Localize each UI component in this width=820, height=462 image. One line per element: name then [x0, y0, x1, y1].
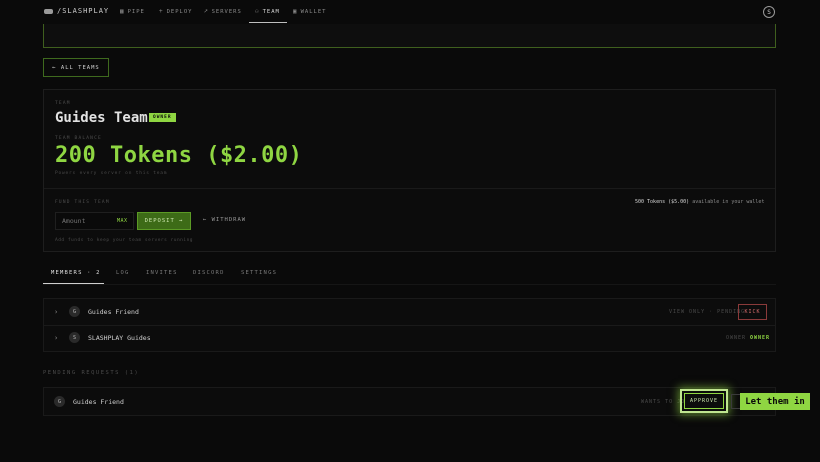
brand-logo-link[interactable]: /SLASHPLAY: [44, 7, 109, 15]
tab-settings[interactable]: SETTINGS: [241, 270, 277, 276]
nav-active-indicator: [249, 22, 287, 23]
avatar: G: [69, 306, 80, 317]
nav-item-label: PIPE: [127, 8, 145, 15]
nav-item-label: TEAM: [262, 8, 280, 15]
tab-discord[interactable]: DISCORD: [193, 270, 225, 276]
wallet-amount: 500 Tokens ($5.00): [635, 199, 690, 205]
withdraw-button[interactable]: ← WITHDRAW: [203, 217, 246, 223]
fund-label: FUND THIS TEAM: [55, 200, 110, 205]
approve-button[interactable]: APPROVE: [684, 393, 724, 409]
nav-item-label: SERVERS: [211, 8, 242, 15]
nav-item-label: WALLET: [300, 8, 327, 15]
team-icon: ⚇: [255, 8, 260, 15]
request-name: Guides Friend: [73, 398, 124, 406]
deposit-button[interactable]: DEPOSIT →: [137, 212, 191, 230]
top-panel: [43, 24, 776, 48]
tab-members[interactable]: MEMBERS · 2: [51, 270, 101, 276]
owner-badge: OWNER: [149, 113, 176, 122]
chevron-right-icon[interactable]: ›: [54, 308, 58, 316]
owner-tag: OWNER: [750, 335, 771, 341]
brand-icon: [44, 8, 53, 14]
chevron-right-icon[interactable]: ›: [54, 334, 58, 342]
row-separator: [44, 325, 775, 326]
wallet-availability: 500 Tokens ($5.00) available in your wal…: [635, 199, 764, 205]
member-name: Guides Friend: [88, 308, 139, 316]
kick-button[interactable]: KICK: [738, 304, 767, 320]
nav-item-pipe[interactable]: ▦ PIPE: [120, 8, 145, 15]
brand-name: /SLASHPLAY: [57, 7, 110, 15]
tab-invites[interactable]: INVITES: [146, 270, 178, 276]
wallet-suffix: available in your wallet: [692, 199, 765, 205]
balance-subtitle: Powers every server on this team: [55, 171, 168, 176]
member-role: VIEW ONLY · PENDING: [669, 309, 746, 315]
card-divider: [44, 188, 775, 189]
avatar: S: [69, 332, 80, 343]
tab-active-indicator: [43, 283, 104, 284]
team-label: TEAM: [55, 101, 71, 106]
fund-hint: Add funds to keep your team servers runn…: [55, 238, 193, 243]
pending-requests-label: PENDING REQUESTS (1): [43, 370, 140, 376]
nav-item-label: DEPLOY: [166, 8, 193, 15]
balance-label: TEAM BALANCE: [55, 136, 102, 141]
nav-item-servers[interactable]: ➚ SERVERS: [204, 8, 242, 15]
nav-item-wallet[interactable]: ▣ WALLET: [293, 8, 327, 15]
team-name: Guides Team: [55, 110, 148, 126]
callout-label: Let them in: [740, 393, 810, 410]
nav-item-deploy[interactable]: + DEPLOY: [159, 8, 193, 15]
max-button[interactable]: MAX: [117, 218, 128, 224]
team-balance: 200 Tokens ($2.00): [55, 143, 303, 168]
nav-item-team[interactable]: ⚇ TEAM: [255, 8, 280, 15]
all-teams-button[interactable]: ← ALL TEAMS: [43, 58, 109, 77]
rocket-icon: ➚: [204, 8, 209, 15]
avatar: G: [54, 396, 65, 407]
tab-log[interactable]: LOG: [116, 270, 130, 276]
member-name: SLASHPLAY Guides: [88, 334, 151, 342]
wallet-icon: ▣: [293, 8, 298, 15]
grid-icon: ▦: [120, 8, 125, 15]
plus-icon: +: [159, 8, 164, 15]
user-avatar-button[interactable]: S: [763, 6, 775, 18]
tabs-baseline: [43, 284, 776, 285]
